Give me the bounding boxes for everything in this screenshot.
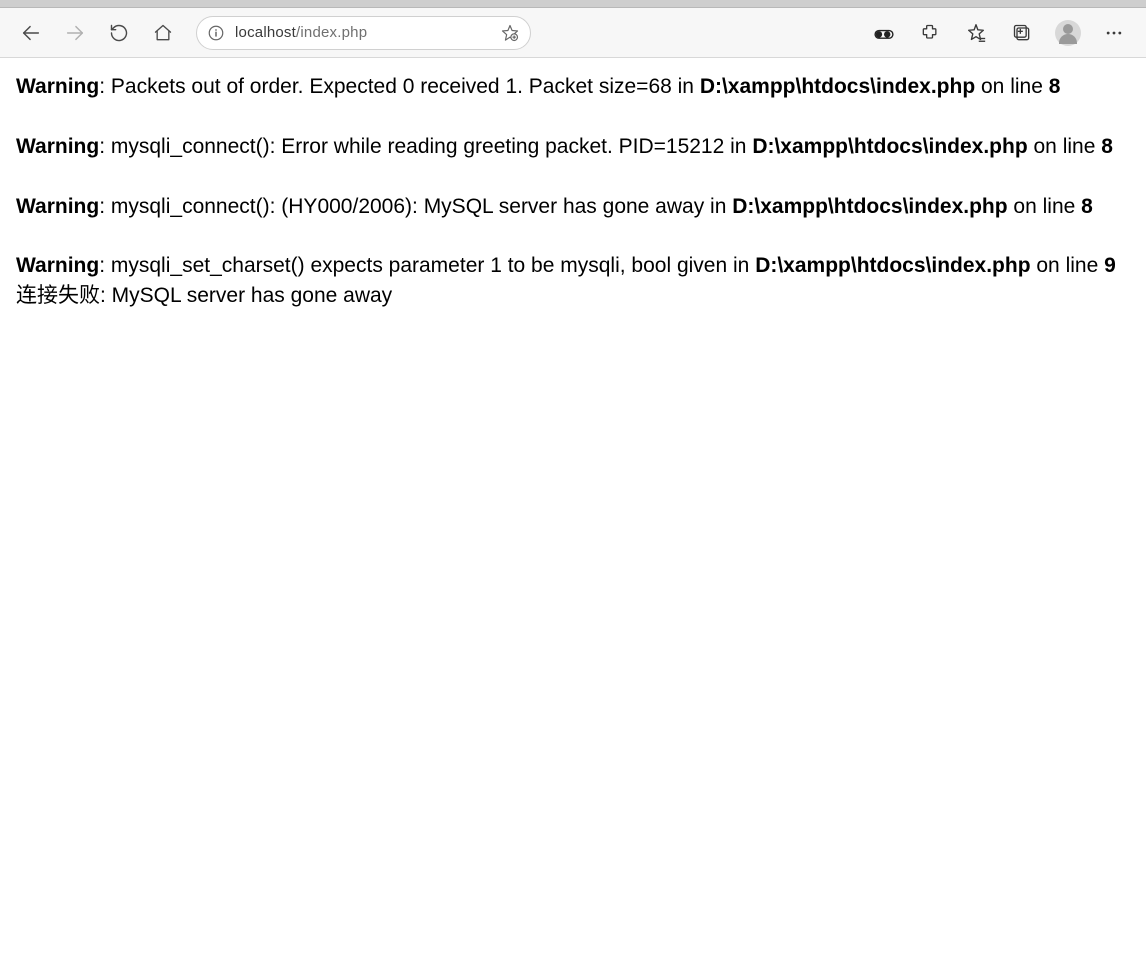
more-menu-icon[interactable] — [1094, 14, 1134, 52]
address-bar[interactable]: localhost/index.php — [196, 16, 531, 50]
warning-line-number: 8 — [1101, 135, 1113, 158]
php-warning: Warning: mysqli_connect(): Error while r… — [16, 132, 1130, 162]
warning-message: : mysqli_set_charset() expects parameter… — [99, 254, 755, 277]
warning-on-line: on line — [975, 75, 1049, 98]
favorites-list-icon[interactable] — [956, 14, 996, 52]
url-text: localhost/index.php — [235, 24, 490, 41]
warning-message: : Packets out of order. Expected 0 recei… — [99, 75, 700, 98]
warning-line-number: 8 — [1081, 195, 1093, 218]
browser-toolbar: localhost/index.php — [0, 8, 1146, 58]
connection-failed-message: 连接失败: MySQL server has gone away — [16, 281, 1130, 311]
warning-on-line: on line — [1031, 254, 1105, 277]
favorite-icon[interactable] — [500, 23, 520, 43]
forward-button[interactable] — [56, 14, 94, 52]
php-warning: Warning: mysqli_connect(): (HY000/2006):… — [16, 192, 1130, 222]
warning-file: D:\xampp\htdocs\index.php — [732, 195, 1007, 218]
warning-label: Warning — [16, 135, 99, 158]
warning-message: : mysqli_connect(): Error while reading … — [99, 135, 752, 158]
php-warning: Warning: Packets out of order. Expected … — [16, 72, 1130, 102]
warning-on-line: on line — [1008, 195, 1082, 218]
url-path: /index.php — [296, 24, 367, 41]
warning-label: Warning — [16, 254, 99, 277]
profile-avatar[interactable] — [1048, 14, 1088, 52]
warning-line-number: 8 — [1049, 75, 1061, 98]
reading-mode-icon[interactable] — [864, 14, 904, 52]
back-button[interactable] — [12, 14, 50, 52]
warning-on-line: on line — [1028, 135, 1102, 158]
collections-icon[interactable] — [1002, 14, 1042, 52]
warning-file: D:\xampp\htdocs\index.php — [700, 75, 975, 98]
warning-file: D:\xampp\htdocs\index.php — [755, 254, 1030, 277]
warning-label: Warning — [16, 75, 99, 98]
page-content: Warning: Packets out of order. Expected … — [0, 58, 1146, 325]
site-info-icon[interactable] — [207, 24, 225, 42]
extensions-icon[interactable] — [910, 14, 950, 52]
tab-strip — [0, 0, 1146, 8]
warning-line-number: 9 — [1104, 254, 1116, 277]
url-host: localhost — [235, 24, 296, 41]
warning-message: : mysqli_connect(): (HY000/2006): MySQL … — [99, 195, 732, 218]
home-button[interactable] — [144, 14, 182, 52]
warning-file: D:\xampp\htdocs\index.php — [752, 135, 1027, 158]
warning-label: Warning — [16, 195, 99, 218]
php-warning: Warning: mysqli_set_charset() expects pa… — [16, 251, 1130, 281]
refresh-button[interactable] — [100, 14, 138, 52]
